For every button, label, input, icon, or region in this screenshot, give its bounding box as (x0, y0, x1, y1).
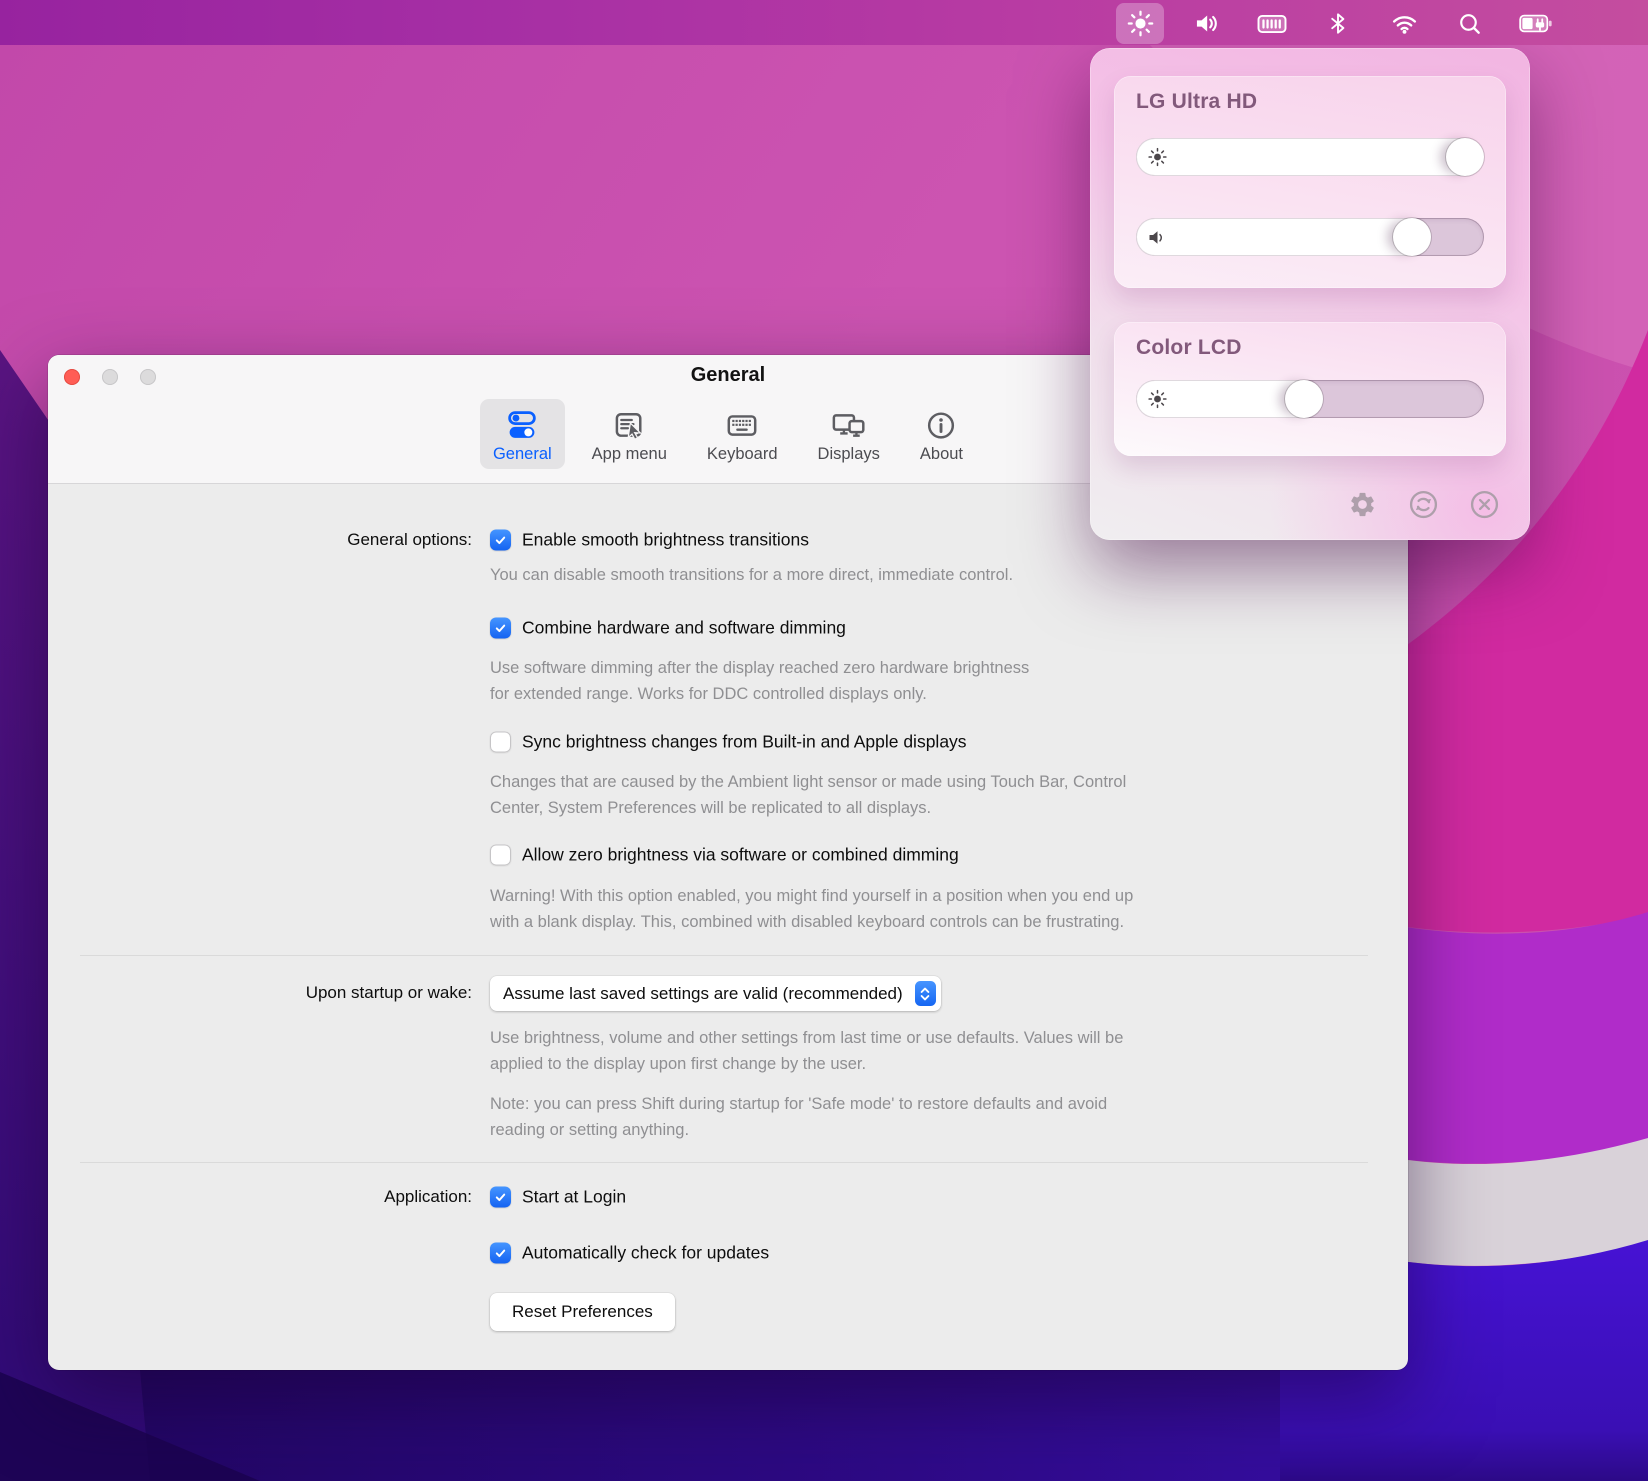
checkbox[interactable] (490, 732, 511, 753)
tab-general[interactable]: General (480, 399, 565, 469)
checkbox-row: Sync brightness changes from Built-in an… (490, 732, 967, 753)
slider-knob[interactable] (1393, 218, 1431, 256)
tab-keyboard[interactable]: Keyboard (694, 399, 791, 469)
toggles-icon (504, 407, 540, 443)
application-label: Application: (48, 1187, 472, 1207)
checkbox-row: Automatically check for updates (490, 1243, 769, 1264)
displays-icon (829, 407, 869, 443)
settings-gear-icon[interactable] (1347, 489, 1378, 520)
battery-menu-icon[interactable] (1512, 3, 1560, 44)
search-menu-icon[interactable] (1446, 3, 1494, 44)
brightness-slider[interactable] (1136, 138, 1484, 176)
divider (80, 955, 1368, 956)
description: Note: you can press Shift during startup… (490, 1091, 1107, 1143)
startup-select-value: Assume last saved settings are valid (re… (503, 984, 903, 1004)
slider-fill (1136, 218, 1431, 256)
wifi-menu-icon[interactable] (1380, 3, 1428, 44)
tab-app-menu[interactable]: App menu (579, 399, 680, 469)
sun-icon (1147, 389, 1168, 410)
tab-label: About (920, 444, 963, 464)
divider (80, 1162, 1368, 1163)
brightness-slider[interactable] (1136, 380, 1484, 418)
tab-label: App menu (592, 444, 667, 464)
tab-label: Keyboard (707, 444, 778, 464)
checkbox-label: Allow zero brightness via software or co… (522, 845, 959, 866)
slider-knob[interactable] (1446, 138, 1484, 176)
checkbox[interactable] (490, 1243, 511, 1264)
slider-fill (1136, 138, 1484, 176)
display-name: LG Ultra HD (1136, 90, 1257, 114)
checkbox-label: Enable smooth brightness transitions (522, 530, 809, 551)
slider-knob[interactable] (1285, 380, 1323, 418)
tab-label: Displays (818, 444, 880, 464)
tab-label: General (493, 444, 552, 464)
volume-menu-icon[interactable] (1182, 3, 1230, 44)
display-card: LG Ultra HD (1114, 76, 1506, 288)
checkbox-label: Start at Login (522, 1187, 626, 1208)
checkbox-row: Allow zero brightness via software or co… (490, 845, 959, 866)
menu-bar (0, 0, 1648, 45)
bluetooth-menu-icon[interactable] (1314, 3, 1362, 44)
checkbox[interactable] (490, 845, 511, 866)
sun-icon (1147, 147, 1168, 168)
keyboard-icon (723, 407, 761, 443)
display-name: Color LCD (1136, 336, 1242, 360)
quit-icon[interactable] (1469, 489, 1500, 520)
description: Warning! With this option enabled, you m… (490, 883, 1133, 935)
tab-displays[interactable]: Displays (805, 399, 893, 469)
checkbox[interactable] (490, 1187, 511, 1208)
startup-select[interactable]: Assume last saved settings are valid (re… (490, 976, 941, 1011)
checkbox[interactable] (490, 618, 511, 639)
checkbox-row: Combine hardware and software dimming (490, 618, 846, 639)
menu-bar-icons (1116, 0, 1560, 45)
restart-icon[interactable] (1408, 489, 1439, 520)
checkbox-row: Start at Login (490, 1187, 626, 1208)
volume-slider[interactable] (1136, 218, 1484, 256)
checkbox-row: Enable smooth brightness transitions (490, 530, 809, 551)
popover-actions (1347, 489, 1500, 520)
description: You can disable smooth transitions for a… (490, 562, 1013, 588)
display-card: Color LCD (1114, 322, 1506, 456)
speaker-icon (1147, 227, 1167, 247)
checkbox-label: Automatically check for updates (522, 1243, 769, 1264)
general-options-label: General options: (48, 530, 472, 550)
reset-preferences-button[interactable]: Reset Preferences (490, 1293, 675, 1331)
displays-popover: LG Ultra HD (1090, 48, 1530, 540)
tab-about[interactable]: About (907, 399, 976, 469)
description: Changes that are caused by the Ambient l… (490, 769, 1126, 821)
startup-label: Upon startup or wake: (48, 983, 472, 1003)
checkbox[interactable] (490, 530, 511, 551)
app-menu-icon (611, 407, 647, 443)
info-icon (924, 407, 958, 443)
desktop: General General (0, 0, 1648, 1481)
description: Use software dimming after the display r… (490, 655, 1029, 707)
keyboard-brightness-menu-icon[interactable] (1248, 3, 1296, 44)
select-chevron-icon (915, 981, 936, 1006)
brightness-menu-icon[interactable] (1116, 3, 1164, 44)
checkbox-label: Sync brightness changes from Built-in an… (522, 732, 967, 753)
checkbox-label: Combine hardware and software dimming (522, 618, 846, 639)
description: Use brightness, volume and other setting… (490, 1025, 1123, 1077)
